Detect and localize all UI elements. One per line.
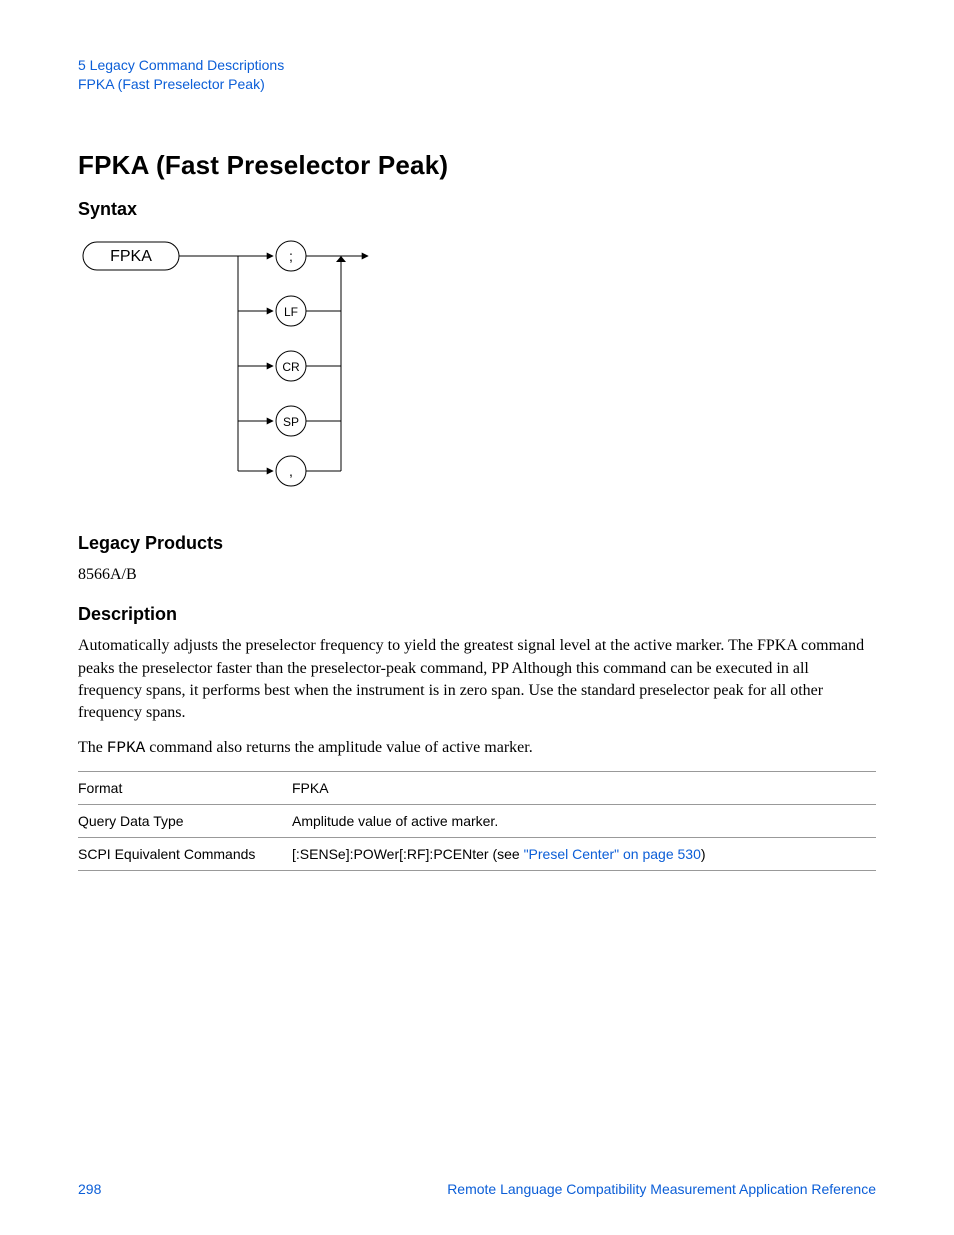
syntax-term-1: LF [284, 305, 298, 319]
section-description: Description [78, 604, 876, 625]
table-row: Format FPKA [78, 772, 876, 805]
footer-reference: Remote Language Compatibility Measuremen… [447, 1181, 876, 1197]
scpi-suffix: ) [701, 846, 706, 862]
description-paragraph-2: The FPKA command also returns the amplit… [78, 737, 876, 759]
table-label: Query Data Type [78, 805, 292, 838]
syntax-diagram: FPKA ; LF CR SP , [78, 236, 378, 496]
table-value: Amplitude value of active marker. [292, 805, 876, 838]
command-table: Format FPKA Query Data Type Amplitude va… [78, 771, 876, 871]
table-row: SCPI Equivalent Commands [:SENSe]:POWer[… [78, 838, 876, 871]
desc-p2-pre: The [78, 739, 107, 756]
breadcrumb: 5 Legacy Command Descriptions FPKA (Fast… [78, 56, 876, 94]
table-value: FPKA [292, 772, 876, 805]
section-legacy-products: Legacy Products [78, 533, 876, 554]
table-label: Format [78, 772, 292, 805]
table-label: SCPI Equivalent Commands [78, 838, 292, 871]
syntax-term-0: ; [289, 248, 293, 264]
section-syntax: Syntax [78, 199, 876, 220]
page-footer: 298 Remote Language Compatibility Measur… [78, 1181, 876, 1197]
page-title: FPKA (Fast Preselector Peak) [78, 150, 876, 181]
table-value: [:SENSe]:POWer[:RF]:PCENter (see "Presel… [292, 838, 876, 871]
desc-p2-post: command also returns the amplitude value… [145, 739, 532, 756]
breadcrumb-line-2: FPKA (Fast Preselector Peak) [78, 75, 876, 94]
scpi-prefix: [:SENSe]:POWer[:RF]:PCENter (see [292, 846, 524, 862]
scpi-link[interactable]: "Presel Center" on page 530 [524, 846, 701, 862]
desc-p2-code: FPKA [107, 739, 145, 757]
description-paragraph-1: Automatically adjusts the preselector fr… [78, 635, 876, 725]
table-row: Query Data Type Amplitude value of activ… [78, 805, 876, 838]
syntax-term-3: SP [283, 415, 299, 429]
page-number: 298 [78, 1181, 101, 1197]
syntax-start: FPKA [110, 248, 152, 265]
syntax-term-2: CR [282, 360, 300, 374]
syntax-term-4: , [289, 463, 293, 479]
legacy-products-text: 8566A/B [78, 564, 876, 586]
breadcrumb-line-1: 5 Legacy Command Descriptions [78, 56, 876, 75]
